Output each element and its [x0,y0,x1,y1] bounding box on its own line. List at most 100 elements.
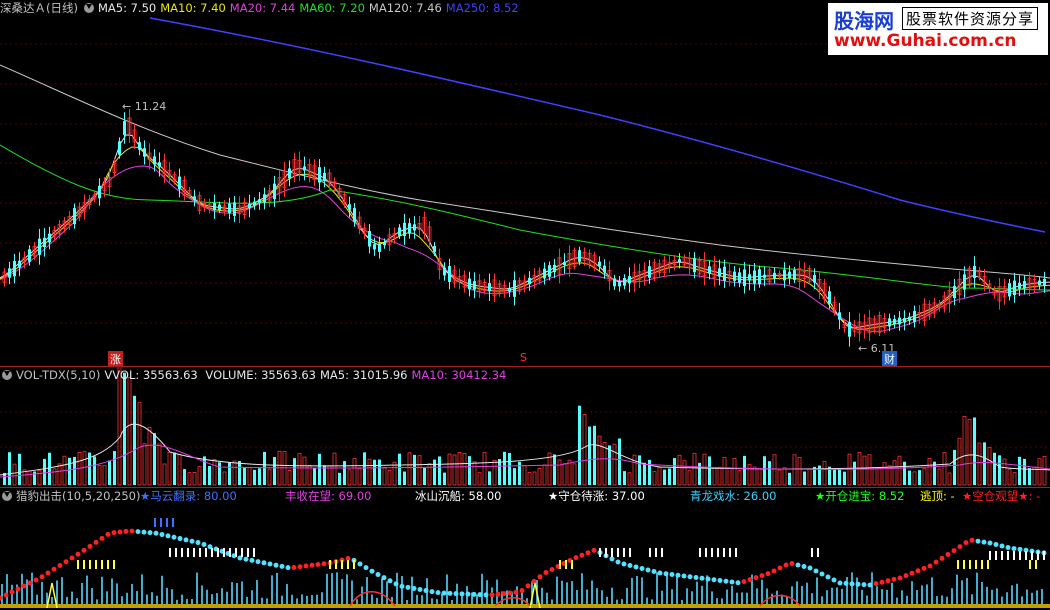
volume-bar [867,454,872,486]
candle-body [708,266,711,274]
indicator-panel[interactable]: 猎豹出击(10,5,20,250) ★马云翻录: 80.00 丰收在望: 69.0… [0,488,1050,610]
s-marker[interactable]: S [518,351,529,364]
indicator-dot [609,556,615,562]
zhang-marker[interactable]: 涨 [108,351,123,367]
volume-bar [183,469,186,485]
indicator-dot [477,592,483,598]
indicator-item-5: ★开仓进宝: 8.52 [815,489,905,503]
indicator-dot [429,589,435,595]
volume-bar [438,456,441,485]
candle-body [318,167,321,183]
indicator-dot [285,565,291,571]
volume-bar [578,405,581,485]
volume-bar [153,433,156,485]
dropdown-icon[interactable] [83,3,94,13]
indicator-dot [423,588,429,594]
volume-bar [313,468,316,485]
candle-body [348,204,351,210]
indicator-dot [573,555,579,561]
volume-bar [1002,458,1007,486]
dropdown-icon[interactable] [2,491,12,501]
volume-bar [378,459,381,485]
indicator-dot [615,559,621,565]
dropdown-icon[interactable] [2,370,12,380]
indicator-baseline [0,604,1050,608]
volume-value: VOLUME: 35563.63 [205,368,316,382]
volume-panel[interactable]: VOL-TDX(5,10) VVOL: 35563.63 VOLUME: 3556… [0,367,1050,487]
volume-bar [508,453,511,485]
volume-chart[interactable] [0,367,1050,487]
volume-bar [792,454,797,486]
volume-bar [708,456,711,485]
volume-bar [8,452,11,485]
indicator-dot [303,563,309,569]
volume-bar [663,469,666,485]
indicator-dot [825,574,831,580]
volume-bar [398,453,401,485]
candle-body [738,272,741,283]
indicator-dot [243,556,249,562]
volume-bar [137,402,142,486]
volume-bar [443,472,446,485]
indicator-dot [21,583,27,589]
indicator-dot [75,551,81,557]
volume-bar [673,458,676,485]
volume-bar [352,458,357,486]
candle-body [628,276,631,284]
volume-bar [557,459,562,486]
indicator-dot [39,574,45,580]
volume-bar [897,455,902,486]
ma20-value: MA20: 7.44 [229,1,296,15]
indicator-dot [441,590,447,596]
candle-body [838,312,841,320]
candle-body [648,266,651,278]
indicator-dot [273,562,279,568]
indicator-dot [153,530,159,536]
volume-bar [57,463,62,486]
indicator-dot [465,591,471,597]
cai-marker[interactable]: 财 [882,351,897,367]
volume-bar [133,395,136,485]
indicator-dot [957,544,963,550]
candle-body [758,269,761,285]
volume-bar [1042,456,1047,486]
volume-bar [853,461,856,485]
indicator-dot [951,548,957,554]
indicator-dot [9,589,15,595]
indicator-dot [309,562,315,568]
indicator-item-6: 逃顶: - [920,489,955,503]
candle-body [548,265,551,277]
indicator-dot [141,529,147,535]
volume-bar [338,472,341,485]
volume-bar [1037,458,1042,486]
volume-bar [987,446,992,486]
indicator-dot [903,573,909,579]
volume-bar [162,463,167,486]
volume-bar [482,452,487,486]
volume-bar [772,454,777,486]
indicator-dot [411,585,417,591]
volume-bar [747,464,752,486]
indicator-dot [723,578,729,584]
indicator-dot [81,547,87,553]
candle-body [1038,280,1041,286]
volume-bar [37,470,42,486]
indicator-chart[interactable] [0,488,1050,610]
candle-body [398,227,401,236]
volume-bar [238,461,241,485]
volume-bar [862,455,867,486]
candle-body [603,265,606,273]
indicator-dot [405,584,411,590]
volume-bar [1028,468,1031,485]
indicator-dot [447,590,453,596]
volume-bar [612,443,617,486]
volume-bar [477,472,482,486]
indicator-dot [879,579,885,585]
volume-bar [357,468,362,486]
volume-bar [638,455,641,485]
volume-bar [532,471,537,486]
volume-bar [797,457,802,486]
candle-body [13,260,16,277]
candle-body [913,310,916,323]
price-chart-panel[interactable]: 深桑达Ａ(日线) MA5: 7.50 MA10: 7.40 MA20: 7.44 MA6… [0,0,1050,367]
